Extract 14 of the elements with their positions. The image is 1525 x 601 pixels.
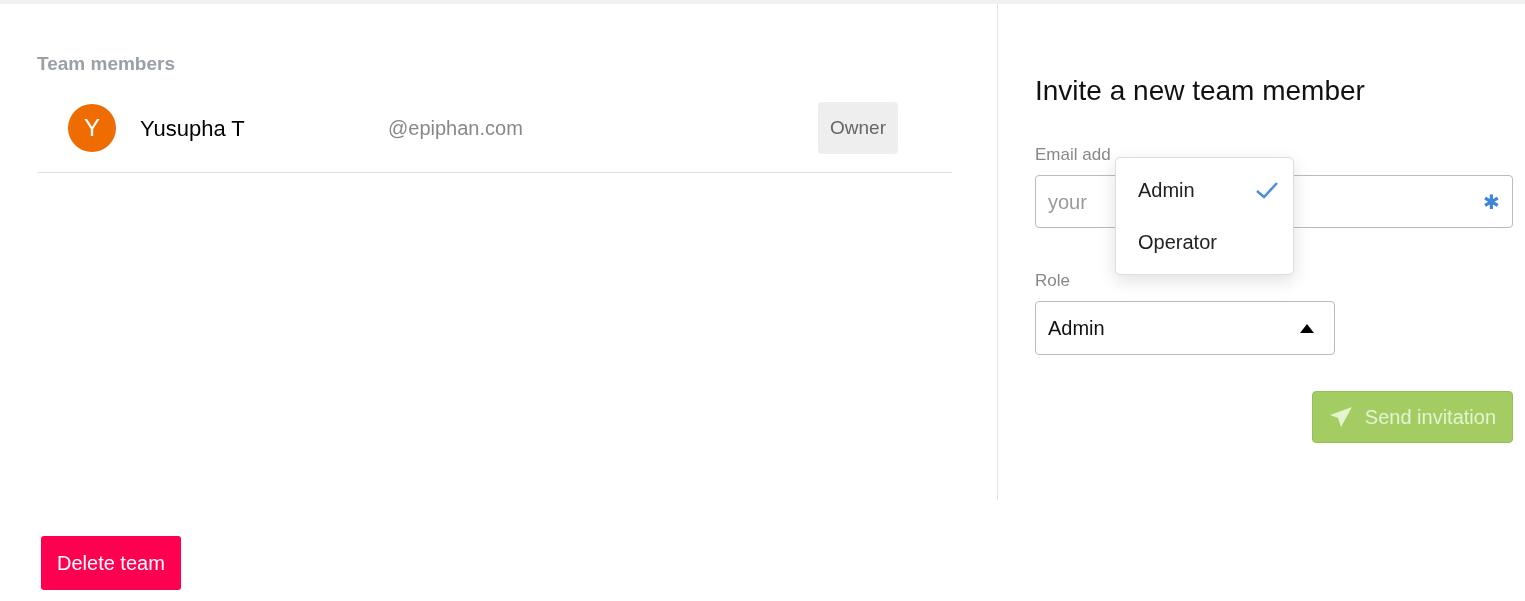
member-name: Yusupha T	[140, 114, 246, 143]
send-icon	[1328, 406, 1353, 428]
member-email: @epiphan.com	[388, 116, 524, 141]
field-label: Email add	[1035, 146, 1111, 163]
delete-team-button[interactable]: Delete team	[41, 536, 181, 590]
field-label: Role	[1035, 272, 1071, 289]
section-heading: Team members	[37, 52, 176, 76]
dropdown-option[interactable]: Admin	[1116, 164, 1293, 216]
required-icon: ✱	[1483, 186, 1500, 217]
dropdown-option[interactable]: Operator	[1116, 216, 1293, 268]
role-badge: Owner	[818, 101, 898, 155]
invite-title: Invite a new team member	[1035, 74, 1366, 108]
avatar: Y	[68, 104, 116, 152]
role-select[interactable]: Admin	[1035, 301, 1335, 355]
